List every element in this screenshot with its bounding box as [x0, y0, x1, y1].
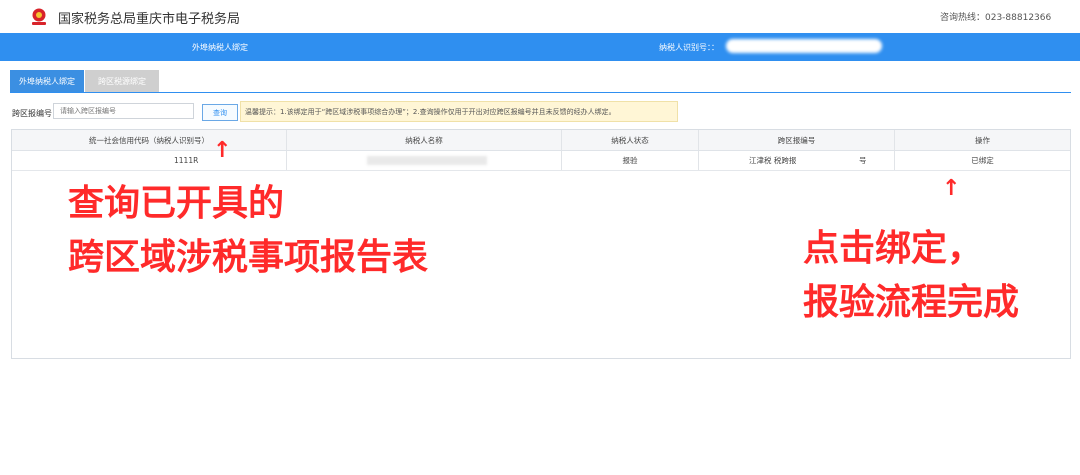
column-header-action: 操作 [975, 135, 990, 145]
search-label: 跨区报编号 [12, 109, 52, 118]
bar-title: 外埠纳税人绑定 [192, 43, 248, 52]
annotation-left-line2: 跨区域涉税事项报告表 [68, 237, 429, 278]
redacted-taxpayer-id [726, 39, 882, 53]
annotation-right-line2: 报验流程完成 [803, 282, 1020, 323]
table-row: 1111R 报验 江津税 税跨报 号 已绑定 [12, 151, 1070, 171]
annotation-arrow-up-left: ↑ [213, 138, 232, 163]
annotation-right-line1: 点击绑定， [803, 228, 984, 269]
bound-status-action[interactable]: 已绑定 [895, 151, 1070, 170]
tabs-underline [10, 92, 1071, 93]
redacted-taxpayer-name [367, 156, 487, 165]
tab-external-taxpayer-binding[interactable]: 外埠纳税人绑定 [10, 70, 84, 92]
table-header-row: 统一社会信用代码（纳税人识别号） 纳税人名称 纳税人状态 跨区报编号 操作 [12, 130, 1070, 151]
tab-cross-region-source-binding[interactable]: 跨区税源绑定 [85, 70, 159, 92]
taxpayer-id-label: 纳税人识别号：： [659, 43, 719, 52]
cell-taxpayer-name [287, 151, 562, 170]
redacted-credit-code [122, 157, 172, 164]
redacted-report-number [811, 156, 857, 164]
column-header-taxpayer-status: 纳税人状态 [562, 130, 699, 150]
column-header-taxpayer-name: 纳税人名称 [287, 130, 562, 150]
cell-report-number: 江津税 税跨报 号 [699, 151, 895, 170]
hotline-text: 咨询热线：023-88812366 [940, 13, 1052, 23]
cell-credit-code: 1111R [12, 151, 287, 170]
search-button[interactable]: 查询 [202, 104, 238, 121]
tax-emblem-icon [32, 8, 46, 25]
blue-title-bar [0, 33, 1080, 61]
cell-taxpayer-status: 报验 [562, 151, 699, 170]
site-title: 国家税务总局重庆市电子税务局 [58, 12, 241, 27]
notice-box: 温馨提示：1.该绑定用于“跨区域涉税事项综合办理”；2.查询操作仅用于开出对应跨… [240, 101, 678, 122]
column-header-credit-code: 统一社会信用代码（纳税人识别号） [12, 130, 287, 150]
annotation-left-line1: 查询已开具的 [68, 183, 285, 224]
report-number-input[interactable] [53, 103, 194, 119]
annotation-arrow-up-right: ↑ [942, 176, 961, 201]
column-header-report-number: 跨区报编号 [699, 130, 895, 150]
